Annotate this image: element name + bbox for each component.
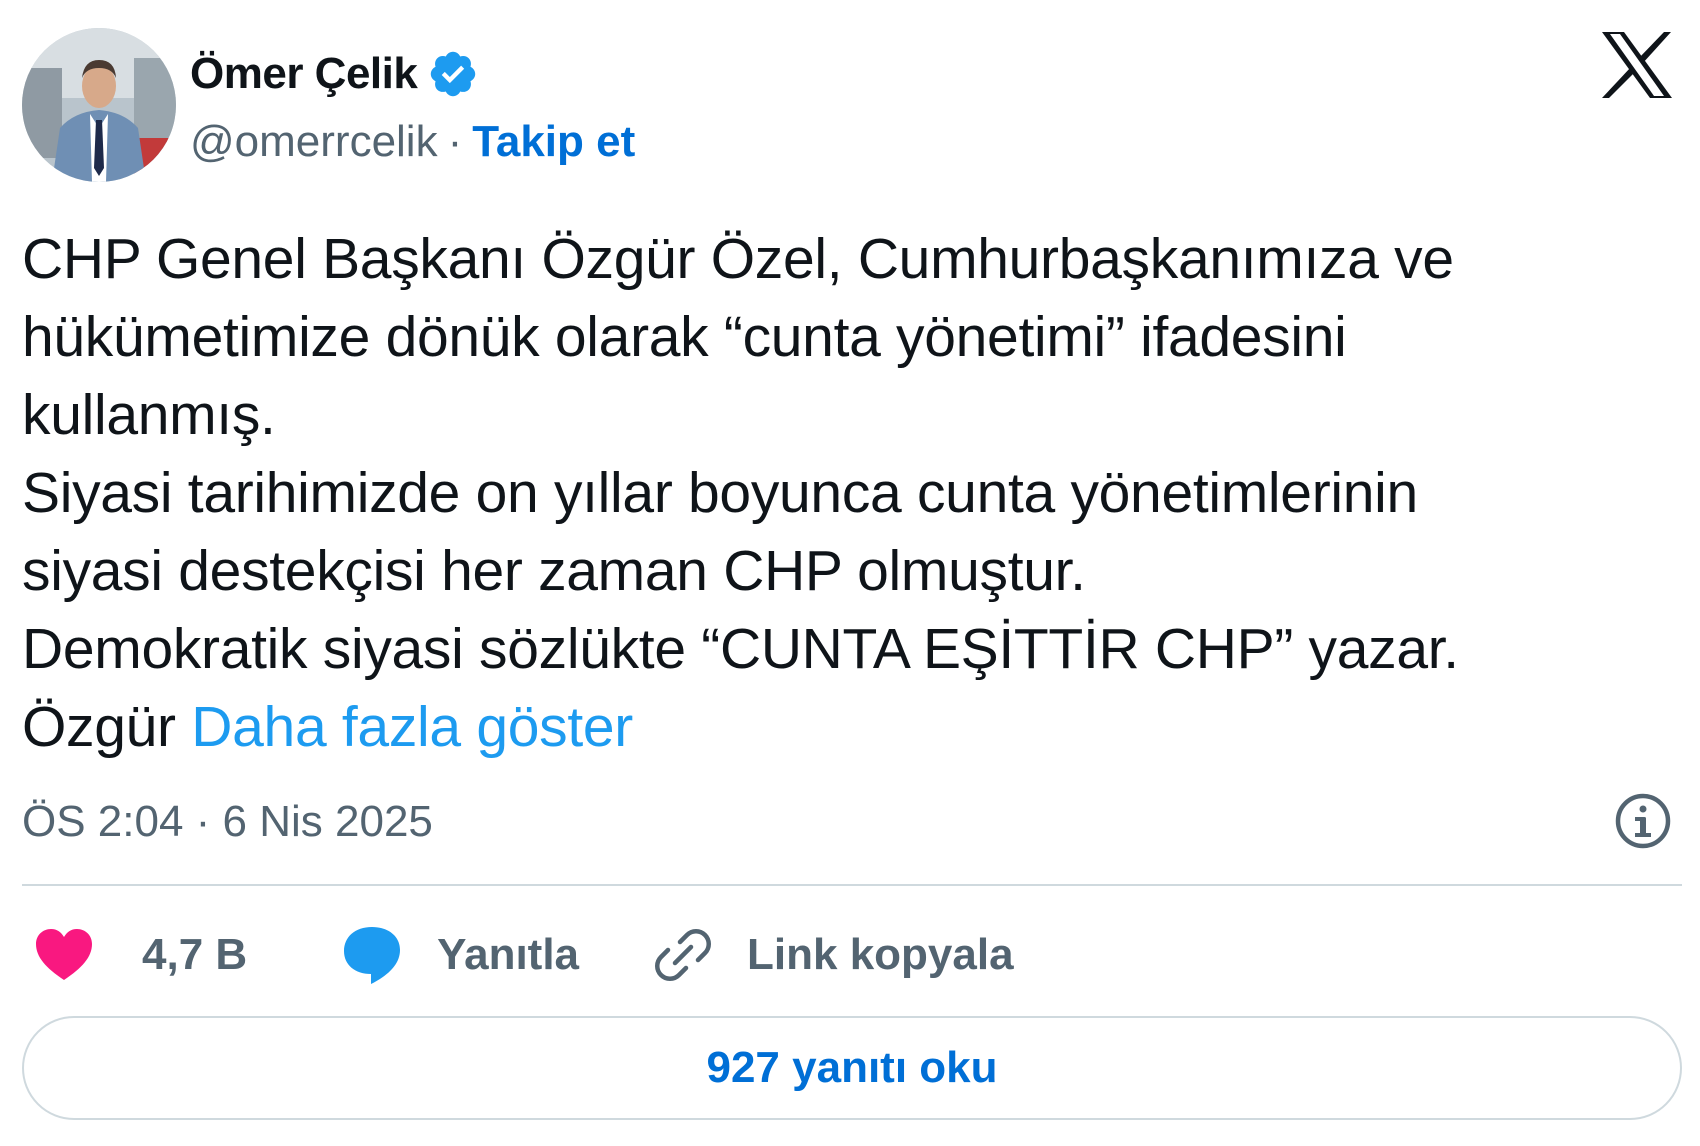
tweet-text: CHP Genel Başkanı Özgür Özel, Cumhurbaşk… bbox=[22, 220, 1682, 766]
read-replies-button[interactable]: 927 yanıtı oku bbox=[22, 1016, 1682, 1120]
copy-link-label: Link kopyala bbox=[747, 930, 1014, 979]
tweet-line: siyasi destekçisi her zaman CHP olmuştur… bbox=[22, 539, 1086, 603]
tweet-line-last: Özgür Daha fazla göster bbox=[22, 688, 1682, 766]
author-handle[interactable]: @omerrcelik bbox=[190, 117, 438, 167]
tweet-line: kullanmış. bbox=[22, 383, 276, 447]
like-count: 4,7 B bbox=[142, 930, 248, 979]
tweet-line: Demokratik siyasi sözlükte “CUNTA EŞİTTİ… bbox=[22, 617, 1459, 681]
tweet-timestamp[interactable]: ÖS 2:04 · 6 Nis 2025 bbox=[22, 797, 433, 847]
author-handle-row: @omerrcelik · Takip et bbox=[190, 112, 635, 172]
reply-label: Yanıtla bbox=[437, 930, 580, 979]
verified-badge-icon bbox=[427, 48, 479, 100]
heart-icon bbox=[34, 928, 94, 982]
action-bar: 4,7 B Yanıtla Link kopyala bbox=[22, 920, 1014, 990]
copy-link-button[interactable]: Link kopyala bbox=[579, 925, 1014, 985]
divider bbox=[22, 884, 1682, 886]
author-name[interactable]: Ömer Çelik bbox=[190, 49, 418, 99]
like-button[interactable]: 4,7 B bbox=[22, 928, 247, 982]
tweet-line: Siyasi tarihimizde on yıllar boyunca cun… bbox=[22, 461, 1418, 525]
follow-link[interactable]: Takip et bbox=[472, 117, 635, 167]
tweet-line: CHP Genel Başkanı Özgür Özel, Cumhurbaşk… bbox=[22, 227, 1454, 291]
tweet-line: hükümetimize dönük olarak “cunta yönetim… bbox=[22, 305, 1347, 369]
link-icon bbox=[653, 925, 713, 985]
reply-button[interactable]: Yanıtla bbox=[247, 924, 579, 986]
author-name-row: Ömer Çelik bbox=[190, 44, 479, 104]
x-logo-icon[interactable] bbox=[1600, 30, 1674, 100]
tweet-last-word: Özgür bbox=[22, 695, 176, 759]
avatar-photo bbox=[22, 28, 176, 182]
speech-bubble-icon bbox=[341, 924, 403, 986]
separator-dot: · bbox=[447, 117, 463, 166]
author-avatar[interactable] bbox=[22, 28, 176, 182]
show-more-link[interactable]: Daha fazla göster bbox=[191, 695, 633, 759]
read-replies-label: 927 yanıtı oku bbox=[706, 1043, 998, 1092]
timestamp-row: ÖS 2:04 · 6 Nis 2025 bbox=[22, 792, 433, 852]
info-icon[interactable] bbox=[1614, 792, 1672, 850]
